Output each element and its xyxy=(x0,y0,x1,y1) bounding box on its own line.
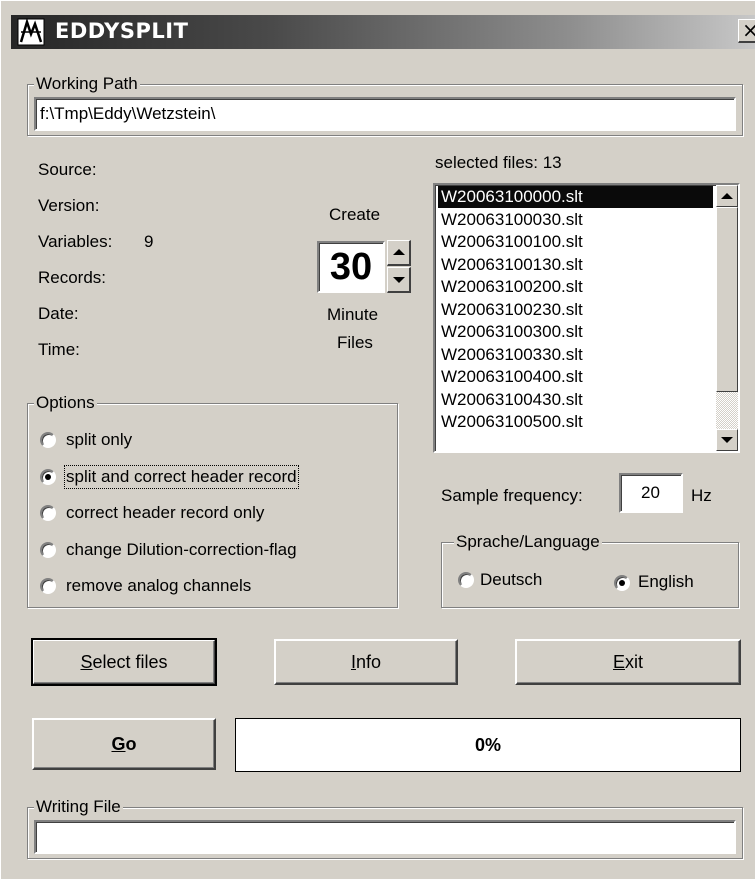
exit-label: Exit xyxy=(612,651,643,672)
writing-file-field[interactable] xyxy=(34,820,736,854)
scroll-down-button[interactable] xyxy=(716,429,738,451)
deutsch-radio[interactable] xyxy=(458,572,474,588)
date-label: Date: xyxy=(38,304,79,323)
file-list-item[interactable]: W20063100400.slt xyxy=(438,366,713,388)
sample-frequency-unit: Hz xyxy=(691,486,712,505)
file-list-item[interactable]: W20063100200.slt xyxy=(438,276,713,298)
option-radio-correct-header-only[interactable] xyxy=(40,505,56,521)
file-list[interactable]: W20063100000.slt W20063100030.slt W2006310… xyxy=(433,183,740,453)
working-path-legend: Working Path xyxy=(34,74,140,94)
create-label: Create xyxy=(329,205,381,224)
info-button[interactable]: Info xyxy=(274,639,458,685)
english-radio[interactable] xyxy=(614,575,630,591)
sample-frequency-field[interactable]: 20 xyxy=(619,473,683,513)
arrow-down-icon xyxy=(393,277,405,283)
file-list-item[interactable]: W20063100130.slt xyxy=(438,254,713,276)
scroll-up-button[interactable] xyxy=(716,185,738,207)
options-group: Options split only split and correct head… xyxy=(27,393,398,608)
go-label: Go xyxy=(111,733,137,754)
file-list-item[interactable]: W20063100000.slt xyxy=(438,186,713,208)
file-list-item[interactable]: W20063100300.slt xyxy=(438,321,713,343)
source-label: Source: xyxy=(38,160,97,179)
option-label-split-only[interactable]: split only xyxy=(66,430,132,450)
file-list-item[interactable]: W20063100100.slt xyxy=(438,231,713,253)
option-radio-split-and-correct[interactable] xyxy=(40,468,56,485)
options-legend: Options xyxy=(34,393,97,413)
option-label-split-and-correct[interactable]: split and correct header record xyxy=(64,464,299,489)
app-icon xyxy=(17,18,45,46)
working-path-group: Working Path f:\Tmp\Eddy\Wetzstein\ xyxy=(27,74,743,136)
scroll-track[interactable] xyxy=(716,392,738,429)
file-list-item[interactable]: W20063100500.slt xyxy=(438,411,713,433)
working-path-value: f:\Tmp\Eddy\Wetzstein\ xyxy=(40,104,216,123)
file-list-item[interactable]: W20063100330.slt xyxy=(438,344,713,366)
title-bar[interactable]: EDDYSPLIT × xyxy=(11,15,755,49)
file-list-item[interactable]: W20063100430.slt xyxy=(438,389,713,411)
close-icon: × xyxy=(742,18,755,42)
minutes-spinner-field[interactable]: 30 xyxy=(317,241,385,293)
english-label[interactable]: English xyxy=(638,572,694,592)
go-button[interactable]: Go xyxy=(32,718,216,770)
file-list-item[interactable]: W20063100230.slt xyxy=(438,299,713,321)
working-path-field[interactable]: f:\Tmp\Eddy\Wetzstein\ xyxy=(34,97,736,131)
files-label: Files xyxy=(337,333,373,352)
deutsch-label[interactable]: Deutsch xyxy=(480,570,542,590)
info-label: Info xyxy=(350,651,382,672)
close-button[interactable]: × xyxy=(738,19,755,43)
sample-frequency-label: Sample frequency: xyxy=(441,486,583,505)
file-list-item[interactable]: W20063100030.slt xyxy=(438,209,713,231)
progress-bar: 0% xyxy=(235,718,741,772)
version-label: Version: xyxy=(38,196,100,215)
spinner-up-button[interactable] xyxy=(387,240,411,266)
spinner-down-button[interactable] xyxy=(387,267,411,293)
variables-value: 9 xyxy=(144,232,154,251)
option-label-remove-analog[interactable]: remove analog channels xyxy=(66,576,251,596)
writing-file-legend: Writing File xyxy=(34,797,123,817)
language-legend: Sprache/Language xyxy=(454,532,602,552)
progress-text: 0% xyxy=(474,734,501,755)
app-window: EDDYSPLIT × Working Path f:\Tmp\Eddy\Wet… xyxy=(0,0,755,879)
arrow-up-icon xyxy=(721,193,733,199)
arrow-down-icon xyxy=(721,437,733,443)
variables-label: Variables: xyxy=(38,232,113,251)
option-label-change-dilution-flag[interactable]: change Dilution-correction-flag xyxy=(66,540,297,560)
option-radio-change-dilution-flag[interactable] xyxy=(40,541,56,558)
language-group: Sprache/Language Deutsch English xyxy=(441,532,739,608)
arrow-up-icon xyxy=(393,249,405,255)
exit-button[interactable]: Exit xyxy=(515,639,741,685)
sample-frequency-value: 20 xyxy=(641,483,660,502)
scroll-thumb[interactable] xyxy=(716,207,738,392)
file-list-scrollbar[interactable] xyxy=(716,185,738,451)
select-files-label: Select files xyxy=(80,651,168,672)
writing-file-group: Writing File xyxy=(27,797,743,859)
option-label-correct-header-only[interactable]: correct header record only xyxy=(66,503,264,523)
option-radio-remove-analog[interactable] xyxy=(40,578,56,594)
minute-label: Minute xyxy=(327,305,379,324)
select-files-button[interactable]: Select files xyxy=(31,638,217,686)
option-radio-split-only[interactable] xyxy=(40,432,56,448)
minutes-value: 30 xyxy=(329,246,373,288)
selected-files-count: selected files: 13 xyxy=(435,153,562,172)
time-label: Time: xyxy=(38,340,80,359)
records-label: Records: xyxy=(38,268,107,287)
window-title: EDDYSPLIT xyxy=(55,19,189,43)
